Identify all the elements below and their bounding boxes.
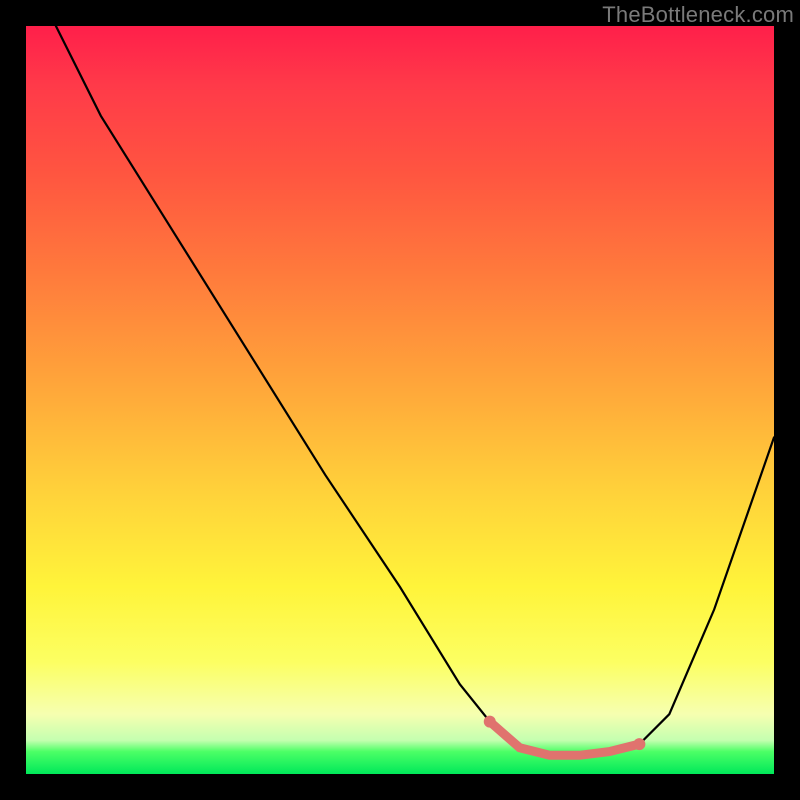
bottleneck-curve bbox=[56, 26, 774, 755]
plot-area bbox=[26, 26, 774, 774]
flat-minimum-highlight bbox=[490, 722, 640, 756]
curve-layer bbox=[26, 26, 774, 774]
watermark-text: TheBottleneck.com bbox=[602, 2, 794, 28]
chart-frame: TheBottleneck.com bbox=[0, 0, 800, 800]
highlight-end-dot bbox=[633, 738, 645, 750]
highlight-start-dot bbox=[484, 716, 496, 728]
